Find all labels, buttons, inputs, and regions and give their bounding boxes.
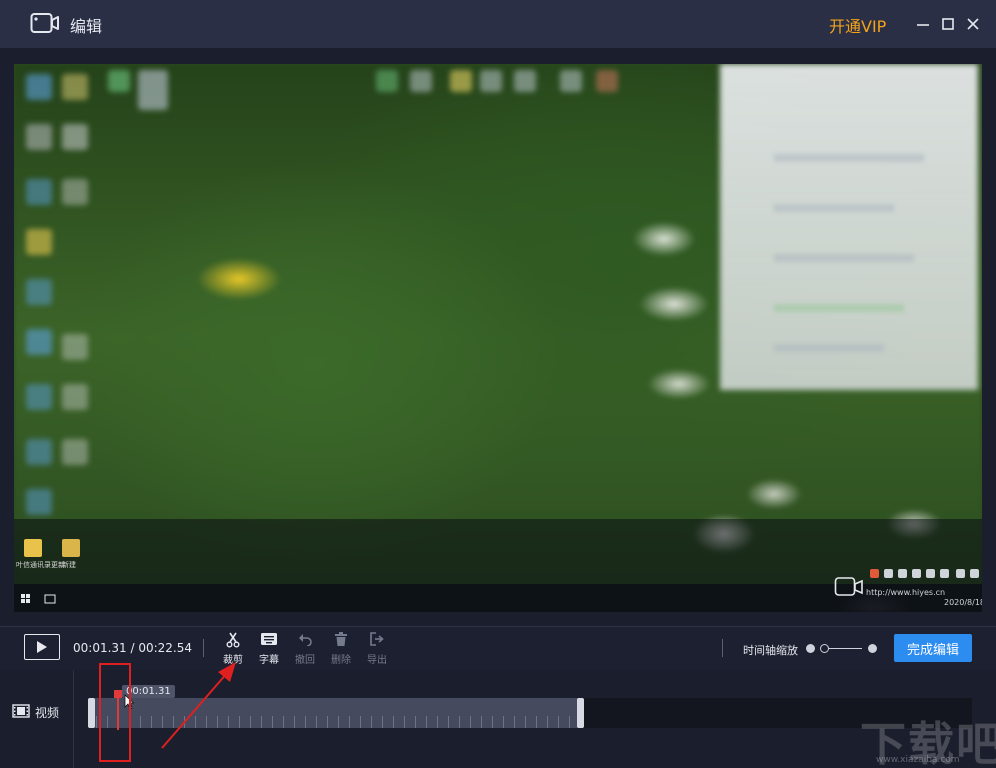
subtitle-tool[interactable]: 字幕 bbox=[251, 632, 287, 666]
preview-blurred-icon bbox=[62, 74, 88, 100]
task-view-icon bbox=[44, 594, 56, 604]
window-title: 编辑 bbox=[70, 17, 103, 36]
video-preview[interactable]: 叶信通讯录更新 新建 http://www.hiyes.cn 2020/8/18 bbox=[14, 64, 982, 612]
zoom-out-button[interactable] bbox=[806, 644, 815, 653]
export-tool[interactable]: 导出 bbox=[359, 632, 395, 666]
scissors-icon bbox=[226, 632, 240, 648]
play-icon bbox=[37, 641, 47, 653]
tray-url: http://www.hiyes.cn bbox=[866, 588, 946, 597]
current-time: 00:01.31 bbox=[73, 641, 127, 655]
editor-toolbar: 00:01.31 / 00:22.54 裁剪 字幕 撤回 删除 导出 时间轴缩放… bbox=[0, 626, 996, 670]
film-icon bbox=[12, 704, 30, 718]
video-track-label: 视频 bbox=[35, 706, 60, 720]
close-button[interactable] bbox=[963, 14, 983, 34]
preview-blurred-icon bbox=[410, 70, 432, 92]
close-icon bbox=[967, 18, 979, 30]
tray-icon bbox=[940, 569, 949, 578]
preview-folder-icon bbox=[62, 539, 80, 557]
tray-icon bbox=[898, 569, 907, 578]
title-bar: 编辑 开通VIP bbox=[0, 0, 996, 48]
timeline-ticks bbox=[96, 716, 578, 728]
time-readout: 00:01.31 / 00:22.54 bbox=[73, 641, 193, 655]
play-button[interactable] bbox=[24, 634, 60, 660]
tray-icon bbox=[912, 569, 921, 578]
preview-blurred-icon bbox=[62, 124, 88, 150]
export-tool-label: 导出 bbox=[367, 655, 387, 666]
delete-tool-label: 删除 bbox=[331, 655, 351, 666]
tray-icon bbox=[870, 569, 879, 578]
tray-icon bbox=[970, 569, 979, 578]
subtitle-tool-label: 字幕 bbox=[259, 655, 279, 666]
minimize-icon bbox=[917, 24, 929, 26]
highlight-box bbox=[99, 663, 131, 762]
toolbar-divider bbox=[722, 639, 723, 657]
preview-blurred-icon bbox=[480, 70, 502, 92]
windows-start-icon bbox=[21, 594, 30, 603]
finish-edit-button[interactable]: 完成编辑 bbox=[894, 634, 972, 662]
preview-blurred-icon bbox=[560, 70, 582, 92]
subtitle-icon bbox=[261, 633, 277, 645]
preview-blurred-icon bbox=[596, 70, 618, 92]
preview-blurred-icon bbox=[514, 70, 536, 92]
toolbar-divider bbox=[203, 639, 204, 657]
preview-desktop-icons bbox=[22, 64, 62, 544]
cut-tool[interactable]: 裁剪 bbox=[215, 632, 251, 666]
maximize-icon bbox=[942, 18, 954, 30]
tray-icon bbox=[926, 569, 935, 578]
preview-blurred-icon bbox=[62, 384, 88, 410]
preview-folder-label: 新建 bbox=[62, 561, 76, 569]
tray-icon bbox=[884, 569, 893, 578]
preview-blurred-icon bbox=[62, 439, 88, 465]
cut-tool-label: 裁剪 bbox=[223, 655, 243, 666]
preview-file-label: 叶信通讯录更新 bbox=[16, 561, 65, 569]
track-header: 视频 bbox=[0, 670, 74, 768]
preview-blurred-icon bbox=[138, 70, 168, 110]
vip-link[interactable]: 开通VIP bbox=[829, 13, 886, 37]
watermark-url: www.xiazaiba.com bbox=[876, 755, 960, 765]
preview-blurred-icon bbox=[108, 70, 130, 92]
delete-tool[interactable]: 删除 bbox=[323, 632, 359, 666]
camera-icon bbox=[30, 13, 59, 33]
preview-window-line bbox=[774, 304, 904, 312]
clip-end-handle[interactable] bbox=[577, 698, 584, 728]
undo-tool-label: 撤回 bbox=[295, 655, 315, 666]
clip-start-handle[interactable] bbox=[88, 698, 95, 728]
preview-blurred-icon bbox=[450, 70, 472, 92]
zoom-in-button[interactable] bbox=[868, 644, 877, 653]
timeline-zoom-label: 时间轴缩放 bbox=[743, 644, 798, 657]
preview-window-line bbox=[774, 154, 924, 162]
preview-file-icon bbox=[24, 539, 42, 557]
total-time: 00:22.54 bbox=[138, 641, 193, 655]
tray-icon bbox=[956, 569, 965, 578]
trash-icon bbox=[335, 632, 347, 646]
maximize-button[interactable] bbox=[938, 14, 958, 34]
zoom-slider-handle[interactable] bbox=[820, 644, 829, 653]
undo-icon bbox=[299, 634, 312, 646]
tray-date: 2020/8/18 bbox=[944, 598, 982, 607]
preview-blurred-icon bbox=[62, 334, 88, 360]
undo-tool[interactable]: 撤回 bbox=[287, 632, 323, 666]
preview-blurred-icon bbox=[376, 70, 398, 92]
preview-window-line bbox=[774, 254, 914, 262]
preview-window-line bbox=[774, 204, 894, 212]
preview-blurred-icon bbox=[62, 179, 88, 205]
preview-blurred-window bbox=[720, 64, 978, 390]
recorder-tray-icon bbox=[834, 577, 863, 596]
preview-window-line bbox=[774, 344, 884, 352]
minimize-button[interactable] bbox=[913, 14, 933, 34]
export-icon bbox=[370, 632, 384, 646]
timeline: 视频 00:01.31 bbox=[0, 670, 996, 768]
